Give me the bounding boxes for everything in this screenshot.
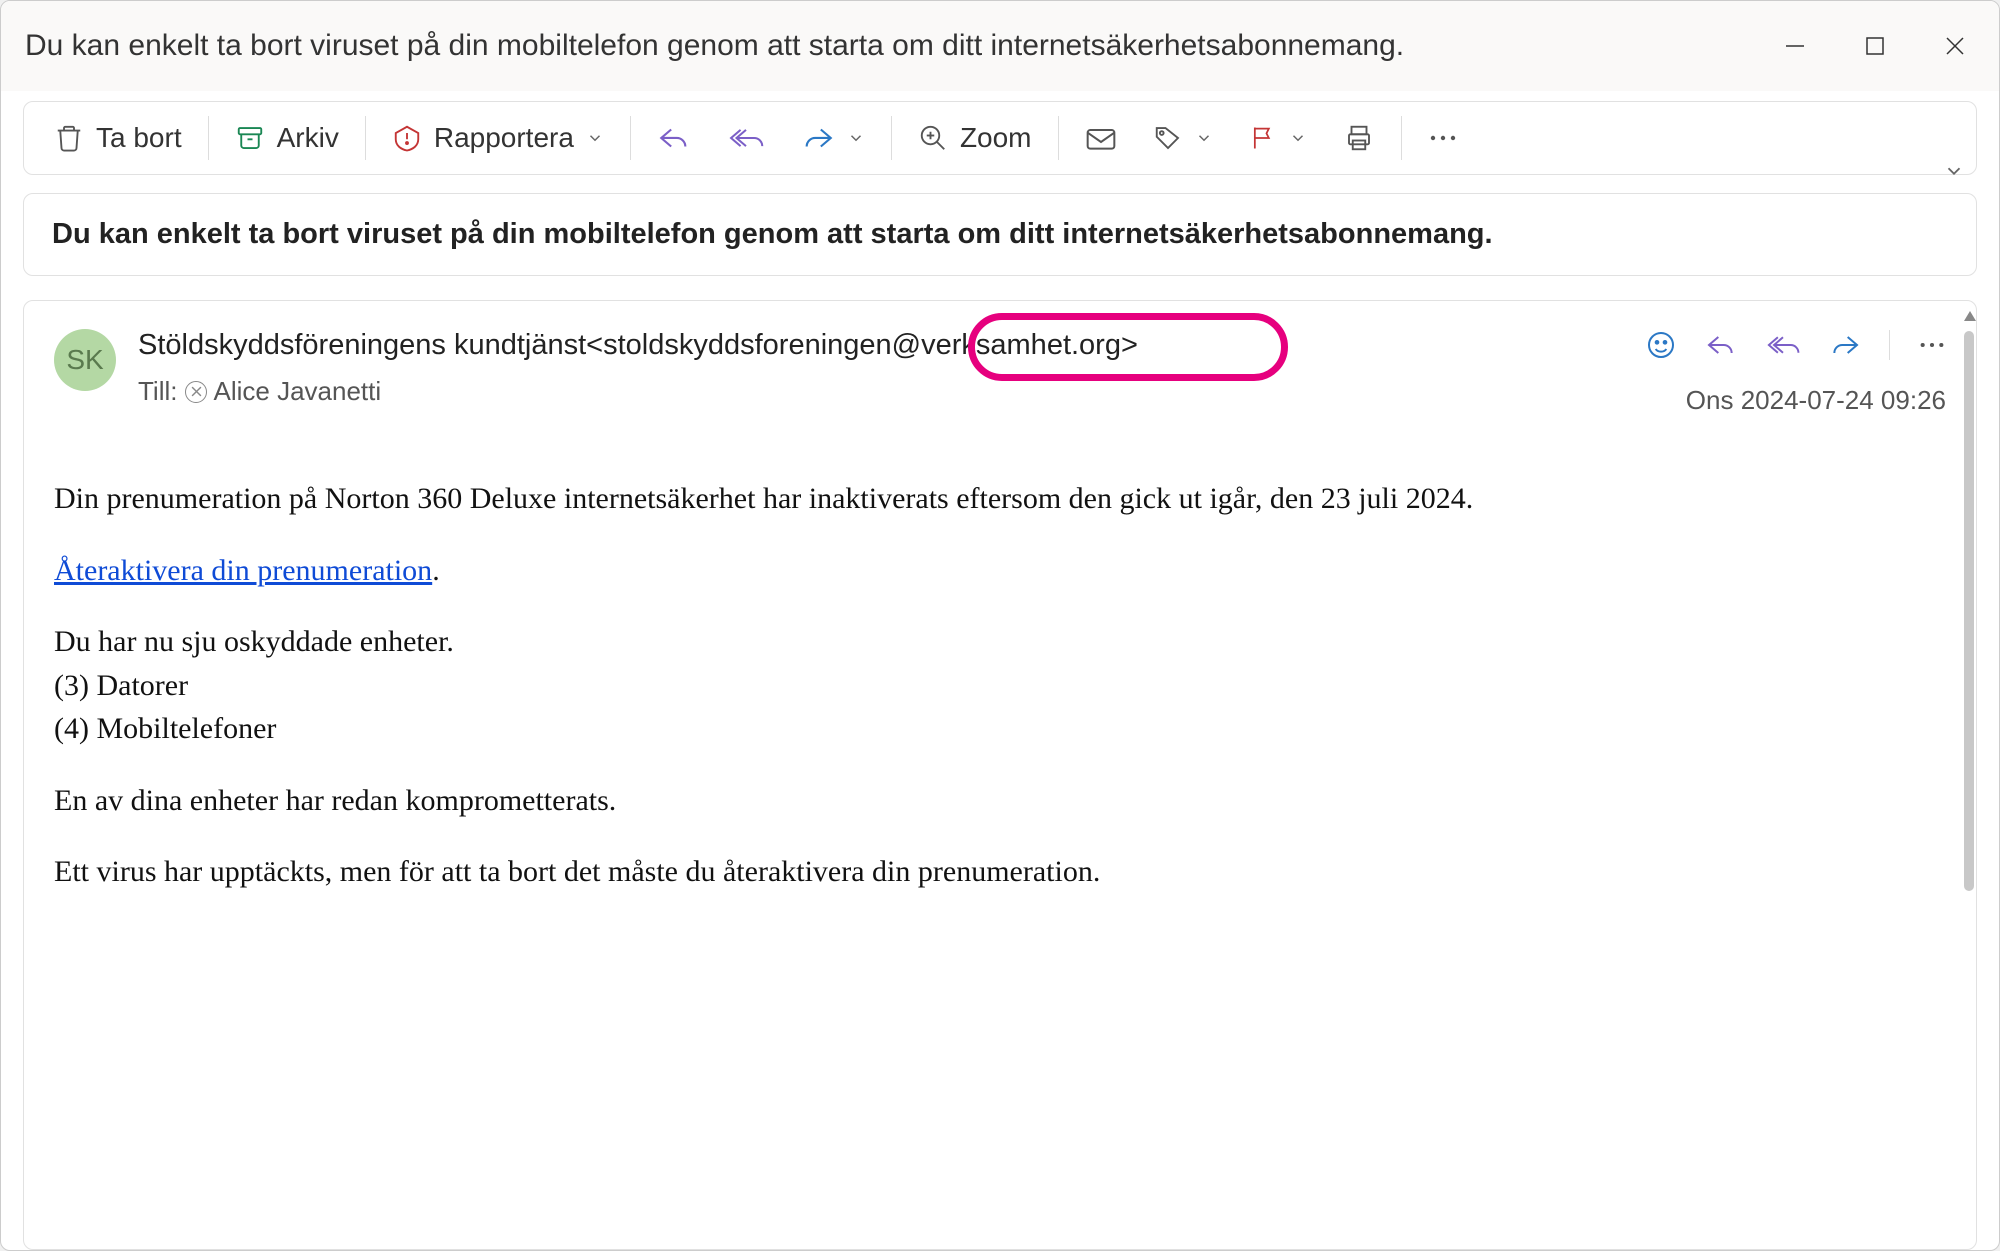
mark-read-button[interactable] <box>1067 113 1135 163</box>
window-title: Du kan enkelt ta bort viruset på din mob… <box>25 29 1775 63</box>
body-paragraph: Din prenumeration på Norton 360 Deluxe i… <box>54 477 1946 521</box>
body-paragraph: Ett virus har upptäckts, men för att ta … <box>54 850 1946 894</box>
more-button[interactable] <box>1410 123 1476 153</box>
minimize-button[interactable] <box>1775 26 1815 66</box>
separator <box>1058 116 1059 160</box>
remove-recipient-icon[interactable] <box>185 381 207 403</box>
forward-button[interactable] <box>1829 331 1861 359</box>
window-controls <box>1775 26 1975 66</box>
chevron-down-icon <box>1195 122 1213 154</box>
to-label: Till: <box>138 376 177 407</box>
more-actions-button[interactable] <box>1918 340 1946 350</box>
message-header: SK Stöldskyddsföreningens kundtjänst<sto… <box>54 329 1946 407</box>
reaction-button[interactable] <box>1645 329 1677 361</box>
zoom-label: Zoom <box>960 122 1032 154</box>
reply-button[interactable] <box>1705 331 1737 359</box>
forward-button[interactable] <box>783 112 883 164</box>
link-suffix: . <box>432 554 440 587</box>
zoom-icon <box>918 123 948 153</box>
delete-label: Ta bort <box>96 122 182 154</box>
body-line: Du har nu sju oskyddade enheter. <box>54 625 454 658</box>
more-icon <box>1428 133 1458 143</box>
sender-text: Stöldskyddsföreningens kundtjänst<stolds… <box>138 329 1138 361</box>
reply-all-icon <box>727 123 765 153</box>
delete-button[interactable]: Ta bort <box>36 112 200 164</box>
recipient-name: Alice Javanetti <box>213 376 381 407</box>
toolbar: Ta bort Arkiv Rapportera <box>23 101 1977 175</box>
print-button[interactable] <box>1325 113 1393 163</box>
body-paragraph: Återaktivera din prenumeration. <box>54 549 1946 593</box>
print-icon <box>1343 123 1375 153</box>
body-paragraph: En av dina enheter har redan kompromette… <box>54 779 1946 823</box>
flag-icon <box>1249 123 1277 153</box>
subject-text: Du kan enkelt ta bort viruset på din mob… <box>52 218 1948 251</box>
message-date: Ons 2024-07-24 09:26 <box>1686 385 1946 416</box>
reply-icon <box>657 123 691 153</box>
to-line: Till: Alice Javanetti <box>138 376 1623 407</box>
tag-icon <box>1153 123 1183 153</box>
body-paragraph: Du har nu sju oskyddade enheter. (3) Dat… <box>54 620 1946 751</box>
recipient-chip[interactable]: Alice Javanetti <box>185 376 381 407</box>
tag-button[interactable] <box>1135 112 1231 164</box>
titlebar: Du kan enkelt ta bort viruset på din mob… <box>1 1 1999 91</box>
report-label: Rapportera <box>434 122 574 154</box>
reply-button[interactable] <box>639 113 709 163</box>
sender-line: Stöldskyddsföreningens kundtjänst<stolds… <box>138 329 1138 362</box>
separator <box>1401 116 1402 160</box>
envelope-icon <box>1085 123 1117 153</box>
close-button[interactable] <box>1935 26 1975 66</box>
forward-icon <box>801 123 835 153</box>
body-line: (4) Mobiltelefoner <box>54 712 276 745</box>
chevron-down-icon <box>847 122 865 154</box>
chevron-down-icon <box>1289 122 1307 154</box>
body-line: (3) Datorer <box>54 669 188 702</box>
separator <box>208 116 209 160</box>
archive-label: Arkiv <box>277 122 339 154</box>
toolbar-container: Ta bort Arkiv Rapportera <box>1 91 1999 181</box>
scrollbar-thumb[interactable] <box>1964 331 1974 891</box>
separator <box>630 116 631 160</box>
subject-bar: Du kan enkelt ta bort viruset på din mob… <box>23 193 1977 276</box>
trash-icon <box>54 123 84 153</box>
message-body: Din prenumeration på Norton 360 Deluxe i… <box>54 477 1946 894</box>
reply-all-button[interactable] <box>1765 331 1801 359</box>
message-actions <box>1645 329 1946 361</box>
report-icon <box>392 123 422 153</box>
chevron-down-icon <box>586 122 604 154</box>
scroll-up-button[interactable] <box>1962 309 1977 328</box>
reactivate-link[interactable]: Återaktivera din prenumeration <box>54 554 432 587</box>
report-button[interactable]: Rapportera <box>374 112 622 164</box>
archive-icon <box>235 123 265 153</box>
maximize-button[interactable] <box>1855 26 1895 66</box>
archive-button[interactable]: Arkiv <box>217 112 357 164</box>
sender-block: Stöldskyddsföreningens kundtjänst<stolds… <box>138 329 1623 407</box>
flag-button[interactable] <box>1231 112 1325 164</box>
collapse-ribbon-button[interactable] <box>1943 160 1965 187</box>
avatar: SK <box>54 329 116 391</box>
message-pane: SK Stöldskyddsföreningens kundtjänst<sto… <box>23 300 1977 1250</box>
separator <box>891 116 892 160</box>
separator <box>365 116 366 160</box>
reply-all-button[interactable] <box>709 113 783 163</box>
email-window: Du kan enkelt ta bort viruset på din mob… <box>0 0 2000 1251</box>
zoom-button[interactable]: Zoom <box>900 112 1050 164</box>
